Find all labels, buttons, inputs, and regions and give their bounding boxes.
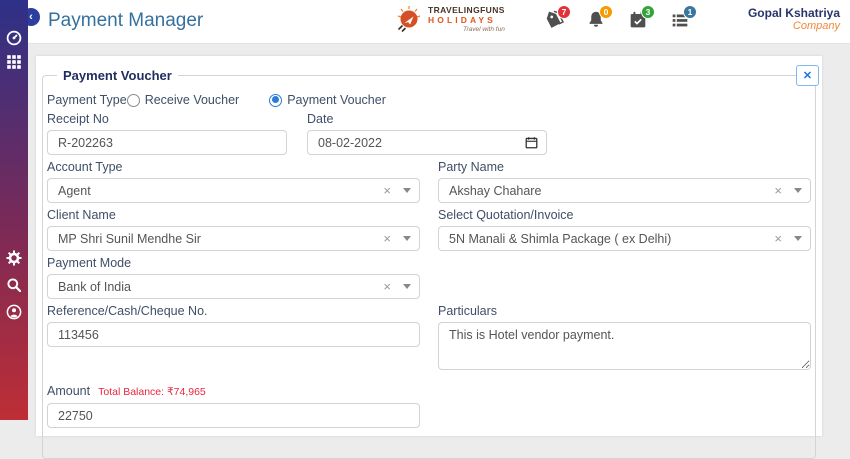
account-icon[interactable] — [6, 304, 22, 320]
reference-field-group: Reference/Cash/Cheque No. — [47, 304, 420, 375]
payment-mode-select[interactable]: Bank of India × — [47, 274, 420, 299]
chevron-left-icon: ‹ — [29, 11, 33, 23]
calendar-badge: 3 — [641, 5, 655, 19]
particulars-textarea[interactable] — [438, 322, 811, 370]
notifications-button[interactable]: 0 — [585, 9, 607, 33]
quotation-field-group: Select Quotation/Invoice 5N Manali & Shi… — [438, 208, 811, 251]
tasks-badge: 1 — [683, 5, 697, 19]
receipt-no-field-group: Receipt No — [47, 112, 287, 155]
sidebar — [0, 0, 28, 420]
logo-line1: TRAVELINGFUNS — [428, 5, 505, 15]
radio-payment-voucher[interactable]: Payment Voucher — [269, 93, 386, 107]
payment-voucher-card: ✕ Payment Voucher Payment Type Receive V… — [36, 56, 822, 436]
header-icon-group: 7 0 3 — [543, 9, 691, 33]
panel-legend: Payment Voucher — [57, 68, 178, 83]
party-name-select[interactable]: Akshay Chahare × — [438, 178, 811, 203]
close-panel-button[interactable]: ✕ — [796, 65, 819, 86]
chevron-down-icon[interactable] — [794, 188, 802, 193]
user-menu[interactable]: Gopal Kshatriya Company — [748, 6, 840, 32]
date-input-wrap — [307, 130, 547, 155]
user-role: Company — [748, 20, 840, 32]
radio-receive-voucher[interactable]: Receive Voucher — [127, 93, 240, 107]
payment-mode-field-group: Payment Mode Bank of India × — [47, 256, 420, 299]
clear-icon[interactable]: × — [774, 231, 782, 246]
particulars-label: Particulars — [438, 304, 811, 318]
clear-icon[interactable]: × — [383, 183, 391, 198]
payment-type-row: Payment Type Receive Voucher Payment Vou… — [47, 93, 811, 107]
main-content: ✕ Payment Voucher Payment Type Receive V… — [28, 44, 850, 420]
clear-icon[interactable]: × — [383, 279, 391, 294]
payment-voucher-fieldset: Payment Voucher Payment Type Receive Vou… — [42, 68, 816, 459]
search-icon[interactable] — [6, 277, 22, 293]
reference-input[interactable] — [47, 322, 420, 347]
tags-badge: 7 — [557, 5, 571, 19]
tasks-button[interactable]: 1 — [669, 9, 691, 33]
apps-grid-icon[interactable] — [6, 54, 22, 70]
chevron-down-icon[interactable] — [403, 236, 411, 241]
party-name-field-group: Party Name Akshay Chahare × — [438, 160, 811, 203]
tags-button[interactable]: 7 — [543, 9, 565, 33]
payment-voucher-radio[interactable] — [269, 94, 282, 107]
calendar-button[interactable]: 3 — [627, 9, 649, 33]
chevron-down-icon[interactable] — [403, 188, 411, 193]
chevron-down-icon[interactable] — [794, 236, 802, 241]
notifications-badge: 0 — [599, 5, 613, 19]
logo-tagline: Travel with fun — [428, 25, 505, 35]
payment-type-label: Payment Type — [47, 93, 127, 107]
payment-mode-label: Payment Mode — [47, 256, 420, 270]
date-field-group: Date — [307, 112, 547, 155]
client-name-field-group: Client Name MP Shri Sunil Mendhe Sir × — [47, 208, 420, 251]
logo-line2: HOLIDAYS — [428, 15, 505, 25]
brand-logo[interactable]: TRAVELINGFUNS HOLIDAYS Travel with fun — [395, 5, 505, 35]
date-input[interactable] — [308, 131, 525, 154]
close-icon: ✕ — [803, 69, 812, 82]
amount-label: AmountTotal Balance: ₹74,965 — [47, 384, 420, 399]
amount-input[interactable] — [47, 403, 420, 428]
particulars-field-group: Particulars — [438, 304, 811, 375]
receipt-no-label: Receipt No — [47, 112, 287, 126]
client-name-select[interactable]: MP Shri Sunil Mendhe Sir × — [47, 226, 420, 251]
quotation-select[interactable]: 5N Manali & Shimla Package ( ex Delhi) × — [438, 226, 811, 251]
dashboard-icon[interactable] — [6, 30, 22, 46]
date-picker-icon[interactable] — [525, 136, 538, 149]
quotation-label: Select Quotation/Invoice — [438, 208, 811, 222]
account-type-label: Account Type — [47, 160, 420, 174]
reference-label: Reference/Cash/Cheque No. — [47, 304, 420, 318]
logo-mark-icon — [395, 5, 423, 35]
user-name: Gopal Kshatriya — [748, 6, 840, 20]
chevron-down-icon[interactable] — [403, 284, 411, 289]
receive-voucher-radio[interactable] — [127, 94, 140, 107]
account-type-field-group: Account Type Agent × — [47, 160, 420, 203]
account-type-select[interactable]: Agent × — [47, 178, 420, 203]
receipt-no-input[interactable] — [47, 130, 287, 155]
clear-icon[interactable]: × — [774, 183, 782, 198]
party-name-label: Party Name — [438, 160, 811, 174]
client-name-label: Client Name — [47, 208, 420, 222]
clear-icon[interactable]: × — [383, 231, 391, 246]
settings-gear-icon[interactable] — [6, 250, 22, 266]
date-label: Date — [307, 112, 547, 126]
app-header: ‹ Payment Manager TRAVELINGFUNS HOLIDAYS… — [28, 0, 850, 44]
page-title: Payment Manager — [48, 10, 203, 32]
total-balance-note: Total Balance: ₹74,965 — [98, 386, 206, 398]
amount-field-group: AmountTotal Balance: ₹74,965 — [47, 384, 420, 428]
